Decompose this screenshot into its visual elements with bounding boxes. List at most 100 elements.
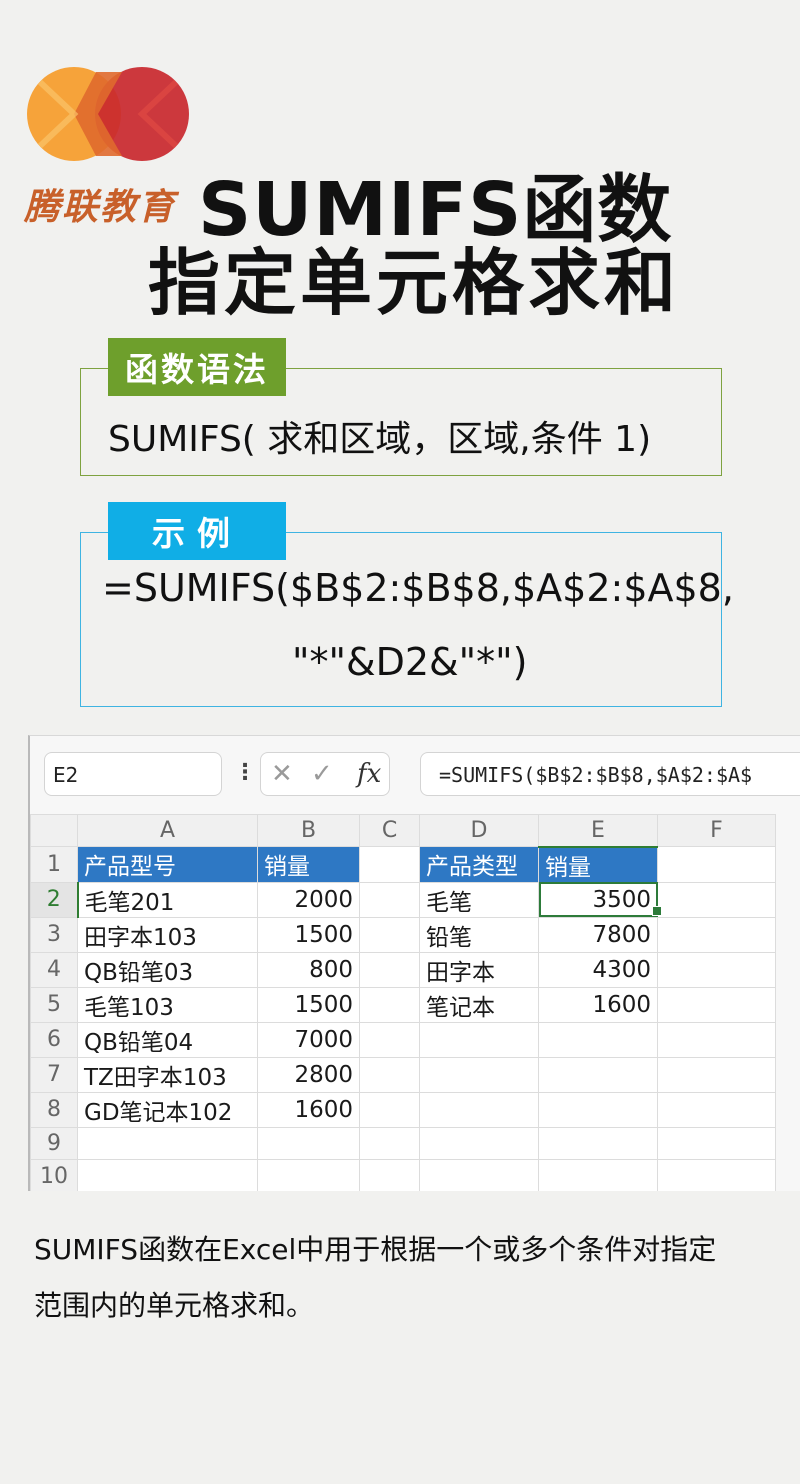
cell-c8[interactable]: [359, 1091, 420, 1128]
row-header-4[interactable]: 4: [30, 951, 78, 988]
cell-grid: A B C D E F 1 产品型号 销量 产品类型 销量 2 毛笔201 2000 毛笔 3500 3 田字本1…: [30, 814, 776, 1191]
row-header-2[interactable]: 2: [30, 881, 79, 918]
row-header-7[interactable]: 7: [30, 1056, 78, 1093]
column-header-f[interactable]: F: [657, 814, 776, 847]
cell-d7[interactable]: [419, 1056, 539, 1093]
cell-c3[interactable]: [359, 916, 420, 953]
cell-e8[interactable]: [538, 1091, 658, 1128]
column-header-e[interactable]: E: [538, 814, 658, 848]
cell-b7[interactable]: 2800: [257, 1056, 360, 1093]
cell-a4[interactable]: QB铅笔03: [77, 951, 258, 988]
cell-e1[interactable]: 销量: [538, 846, 658, 883]
cell-a5[interactable]: 毛笔103: [77, 986, 258, 1023]
table-row: 9: [30, 1126, 776, 1161]
example-tag: 示例: [108, 502, 286, 560]
cell-b3[interactable]: 1500: [257, 916, 360, 953]
cell-a6[interactable]: QB铅笔04: [77, 1021, 258, 1058]
table-row: 4 QB铅笔03 800 田字本 4300: [30, 951, 776, 988]
cell-a1[interactable]: 产品型号: [77, 846, 258, 883]
cell-b10[interactable]: [257, 1159, 360, 1191]
cell-f9[interactable]: [657, 1126, 776, 1161]
row-header-10[interactable]: 10: [30, 1159, 78, 1191]
cell-e10[interactable]: [538, 1159, 658, 1191]
cell-d4[interactable]: 田字本: [419, 951, 539, 988]
cell-c6[interactable]: [359, 1021, 420, 1058]
column-header-a[interactable]: A: [77, 814, 258, 847]
brand-name: 腾联教育: [24, 186, 177, 228]
fill-handle[interactable]: [652, 906, 662, 916]
cell-b8[interactable]: 1600: [257, 1091, 360, 1128]
cancel-icon[interactable]: ✕: [271, 759, 293, 789]
spreadsheet: E2 ⋮ ✕ ✓ fx =SUMIFS($B$2:$B$8,$A$2:$A$ A…: [28, 735, 800, 1191]
cell-f7[interactable]: [657, 1056, 776, 1093]
row-header-3[interactable]: 3: [30, 916, 78, 953]
cell-c10[interactable]: [359, 1159, 420, 1191]
column-header-b[interactable]: B: [257, 814, 360, 847]
cell-f2[interactable]: [657, 881, 776, 918]
cell-b4[interactable]: 800: [257, 951, 360, 988]
cell-e9[interactable]: [538, 1126, 658, 1161]
table-row: 8 GD笔记本102 1600: [30, 1091, 776, 1128]
cell-e3[interactable]: 7800: [538, 916, 658, 953]
cell-c5[interactable]: [359, 986, 420, 1023]
cell-c9[interactable]: [359, 1126, 420, 1161]
select-all-corner[interactable]: [30, 814, 78, 847]
row-header-1[interactable]: 1: [30, 846, 78, 883]
cell-b2[interactable]: 2000: [257, 881, 360, 918]
cell-d3[interactable]: 铅笔: [419, 916, 539, 953]
vertical-dots-icon[interactable]: ⋮: [234, 760, 256, 785]
cell-b6[interactable]: 7000: [257, 1021, 360, 1058]
cell-f8[interactable]: [657, 1091, 776, 1128]
table-row: 10: [30, 1159, 776, 1191]
fx-icon[interactable]: fx: [357, 759, 381, 789]
cell-d6[interactable]: [419, 1021, 539, 1058]
table-row: 2 毛笔201 2000 毛笔 3500: [30, 881, 776, 918]
table-row: 1 产品型号 销量 产品类型 销量: [30, 846, 776, 883]
cell-b5[interactable]: 1500: [257, 986, 360, 1023]
cell-d10[interactable]: [419, 1159, 539, 1191]
cell-c1[interactable]: [359, 846, 420, 883]
cell-d5[interactable]: 笔记本: [419, 986, 539, 1023]
cell-a10[interactable]: [77, 1159, 258, 1191]
row-header-5[interactable]: 5: [30, 986, 78, 1023]
cell-f6[interactable]: [657, 1021, 776, 1058]
cell-c4[interactable]: [359, 951, 420, 988]
cell-f1[interactable]: [657, 846, 776, 883]
cell-d8[interactable]: [419, 1091, 539, 1128]
cell-e5[interactable]: 1600: [538, 986, 658, 1023]
cell-c2[interactable]: [359, 881, 420, 918]
cell-a8[interactable]: GD笔记本102: [77, 1091, 258, 1128]
cell-f3[interactable]: [657, 916, 776, 953]
name-box[interactable]: E2: [44, 752, 222, 796]
cell-d9[interactable]: [419, 1126, 539, 1161]
row-header-6[interactable]: 6: [30, 1021, 78, 1058]
syntax-text: SUMIFS( 求和区域，区域,条件 1): [108, 419, 652, 460]
cell-e4[interactable]: 4300: [538, 951, 658, 988]
cell-e7[interactable]: [538, 1056, 658, 1093]
cell-a7[interactable]: TZ田字本103: [77, 1056, 258, 1093]
cell-a9[interactable]: [77, 1126, 258, 1161]
cell-b1[interactable]: 销量: [257, 846, 360, 883]
cell-d1[interactable]: 产品类型: [419, 846, 539, 883]
cell-b9[interactable]: [257, 1126, 360, 1161]
cell-d2[interactable]: 毛笔: [419, 881, 539, 918]
cell-a3[interactable]: 田字本103: [77, 916, 258, 953]
formula-input[interactable]: =SUMIFS($B$2:$B$8,$A$2:$A$: [420, 752, 800, 796]
description-text: SUMIFS函数在Excel中用于根据一个或多个条件对指定范围内的单元格求和。: [34, 1233, 717, 1322]
example-formula-line1: =SUMIFS($B$2:$B$8,$A$2:$A$8,: [102, 566, 734, 610]
cell-e6[interactable]: [538, 1021, 658, 1058]
cell-f5[interactable]: [657, 986, 776, 1023]
cell-f10[interactable]: [657, 1159, 776, 1191]
row-header-9[interactable]: 9: [30, 1126, 78, 1161]
cell-a2[interactable]: 毛笔201: [77, 881, 258, 918]
brand-logo-icon: [27, 67, 189, 161]
column-header-c[interactable]: C: [359, 814, 420, 847]
syntax-tag: 函数语法: [108, 338, 286, 396]
confirm-icon[interactable]: ✓: [311, 759, 333, 789]
row-header-8[interactable]: 8: [30, 1091, 78, 1128]
cell-f4[interactable]: [657, 951, 776, 988]
column-header-d[interactable]: D: [419, 814, 539, 847]
cell-c7[interactable]: [359, 1056, 420, 1093]
page-subtitle: 指定单元格求和: [148, 241, 681, 325]
cell-e2[interactable]: 3500: [538, 881, 658, 918]
